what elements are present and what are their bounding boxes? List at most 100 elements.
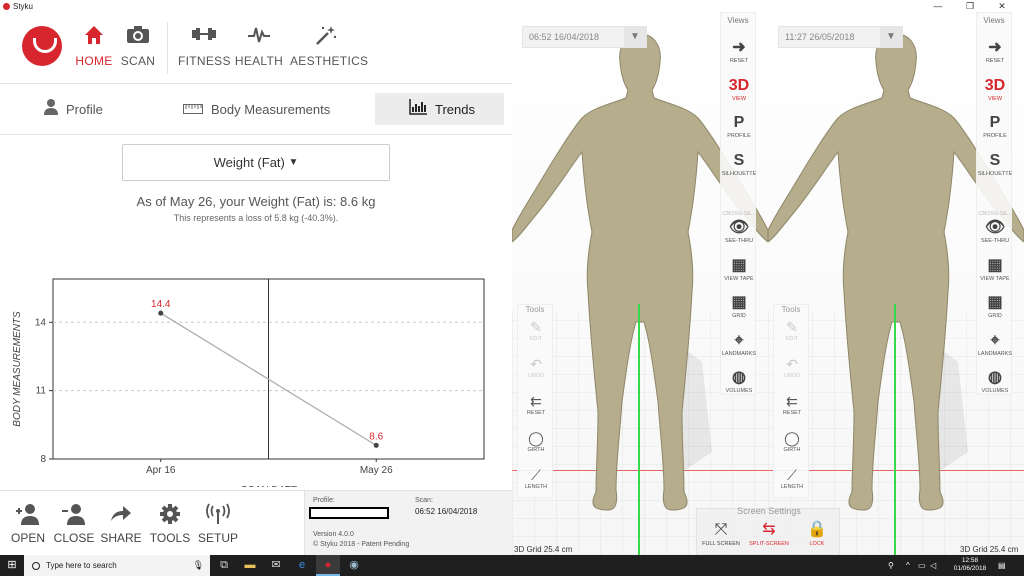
view-icon: 3D bbox=[728, 76, 750, 94]
x-tick-label: May 26 bbox=[360, 465, 393, 476]
reset-icon: ⇇ bbox=[530, 393, 542, 409]
volume-icon[interactable]: ◁ bbox=[930, 555, 936, 576]
styku-app-icon bbox=[3, 2, 10, 10]
view-landmarks-button[interactable]: ⌖ LANDMARKS bbox=[977, 332, 1013, 357]
grid-scale-label: 3D Grid 25.4 cm bbox=[514, 545, 573, 554]
view-reset-button[interactable]: ➜ RESET bbox=[721, 39, 757, 64]
scan-date-select-1[interactable]: 06:52 16/04/2018 ▼ bbox=[522, 26, 647, 48]
tool-reset-button[interactable]: ⇇ RESET bbox=[518, 393, 554, 416]
scan-label: Scan: bbox=[415, 497, 433, 504]
view-landmarks-button[interactable]: ⌖ LANDMARKS bbox=[721, 332, 757, 357]
eye-icon: 👁 bbox=[984, 219, 1006, 236]
data-point bbox=[373, 442, 379, 448]
title-bar: Styku — ❐ ✕ bbox=[0, 0, 1024, 12]
button-label: GRID bbox=[988, 313, 1002, 319]
full-screen-button[interactable]: ⤧ FULL SCREEN bbox=[697, 521, 745, 547]
split-screen-button[interactable]: ⇆ SPLIT-SCREEN bbox=[745, 521, 793, 547]
trend-chart: 8 11 14 Apr 16 May 26 SCAN DATE BODY MEASUREME… bbox=[12, 278, 485, 487]
nav-health[interactable]: HEALTH bbox=[234, 24, 284, 68]
button-label: SILHOUETTE bbox=[977, 170, 1013, 177]
styku-logo[interactable] bbox=[22, 26, 62, 66]
edge-browser-icon[interactable]: e bbox=[290, 555, 314, 576]
view-view-tape-button[interactable]: ▦ VIEW TAPE bbox=[977, 257, 1013, 282]
button-label: GIRTH bbox=[527, 447, 545, 453]
scan-date-select-2[interactable]: 11:27 26/05/2018 ▼ bbox=[778, 26, 903, 48]
app-taskbar-icon[interactable]: ◉ bbox=[342, 555, 366, 576]
view-see-thru-button[interactable]: 👁 SEE-THRU bbox=[721, 219, 757, 244]
summary-subtext: This represents a loss of 5.8 kg (-40.3%… bbox=[173, 213, 339, 223]
tools-button[interactable]: TOOLS bbox=[148, 503, 192, 545]
tool-girth-button[interactable]: ◯ GIRTH bbox=[774, 430, 810, 453]
button-label: RESET bbox=[526, 410, 546, 416]
tray-chevron-icon[interactable]: ^ bbox=[906, 555, 910, 576]
silhouette-icon: S bbox=[989, 151, 1001, 169]
people-icon[interactable]: ⚲ bbox=[888, 555, 894, 576]
view-profile-button[interactable]: P PROFILE bbox=[977, 114, 1013, 139]
open-button[interactable]: OPEN bbox=[8, 503, 48, 545]
microphone-icon[interactable]: 🎙 bbox=[193, 560, 204, 571]
view-silhouette-button[interactable]: S SILHOUETTE bbox=[977, 152, 1013, 177]
tool-length-button[interactable]: ⟋ LENGTH bbox=[518, 467, 554, 490]
share-button[interactable]: SHARE bbox=[100, 503, 142, 545]
taskbar-search-input[interactable]: Type here to search 🎙 bbox=[24, 555, 210, 576]
minimize-button[interactable]: — bbox=[922, 0, 954, 12]
network-icon[interactable]: ▭ bbox=[918, 555, 926, 576]
tab-body-measurements[interactable]: Body Measurements bbox=[183, 93, 330, 125]
axis-green-line bbox=[894, 304, 896, 555]
mail-icon[interactable]: ✉ bbox=[264, 555, 288, 576]
tool-edit-button[interactable]: ✎ EDIT bbox=[518, 319, 554, 342]
length-icon: ⟋ bbox=[787, 467, 797, 483]
close-profile-button[interactable]: CLOSE bbox=[52, 503, 96, 545]
button-label: RESET bbox=[985, 58, 1005, 64]
view-icon: 3D bbox=[984, 76, 1006, 94]
view-volumes-button[interactable]: ◍ VOLUMES bbox=[721, 369, 757, 394]
file-explorer-icon[interactable]: ▬ bbox=[238, 555, 262, 576]
view-profile-button[interactable]: P PROFILE bbox=[721, 114, 757, 139]
button-label: GIRTH bbox=[783, 447, 801, 453]
tool-edit-button[interactable]: ✎ EDIT bbox=[774, 319, 810, 342]
tool-undo-button[interactable]: ↶ UNDO bbox=[774, 356, 810, 379]
tab-profile[interactable]: Profile bbox=[44, 93, 103, 125]
ruler-icon bbox=[183, 101, 203, 118]
metric-dropdown[interactable]: Weight (Fat) ▼ bbox=[122, 144, 390, 181]
view-grid-button[interactable]: ▦ GRID bbox=[721, 294, 757, 319]
view-view-button[interactable]: 3D VIEW bbox=[721, 77, 757, 102]
styku-taskbar-icon[interactable]: ● bbox=[316, 555, 340, 576]
view-reset-button[interactable]: ➜ RESET bbox=[977, 39, 1013, 64]
eye-icon: 👁 bbox=[728, 219, 750, 236]
nav-aesthetics[interactable]: AESTHETICS bbox=[290, 24, 368, 68]
data-label: 8.6 bbox=[369, 431, 383, 442]
view-volumes-button[interactable]: ◍ VOLUMES bbox=[977, 369, 1013, 394]
views-header: Views bbox=[727, 16, 749, 25]
nav-home[interactable]: HOME bbox=[72, 24, 116, 68]
view-view-tape-button[interactable]: ▦ VIEW TAPE bbox=[721, 257, 757, 282]
tools-header: Tools bbox=[781, 305, 801, 314]
undo-icon: ↶ bbox=[530, 356, 542, 372]
tab-trends[interactable]: Trends bbox=[375, 93, 504, 125]
add-person-icon bbox=[8, 503, 48, 527]
view-view-button[interactable]: 3D VIEW bbox=[977, 77, 1013, 102]
task-view-icon[interactable]: ⧉ bbox=[212, 555, 236, 576]
nav-scan[interactable]: SCAN bbox=[118, 24, 158, 68]
windows-start-icon[interactable]: ⊞ bbox=[0, 555, 24, 576]
grid-scale-label: 3D Grid 25.4 cm bbox=[960, 545, 1019, 554]
maximize-button[interactable]: ❐ bbox=[954, 0, 986, 12]
tool-length-button[interactable]: ⟋ LENGTH bbox=[774, 467, 810, 490]
setup-button[interactable]: SETUP bbox=[196, 503, 240, 545]
notifications-icon[interactable]: ▤ bbox=[998, 555, 1006, 576]
grid-icon: ▦ bbox=[987, 294, 1003, 311]
taskbar-clock[interactable]: 12:58 01/06/2018 bbox=[950, 557, 990, 573]
close-button[interactable]: ✕ bbox=[986, 0, 1018, 12]
tool-girth-button[interactable]: ◯ GIRTH bbox=[518, 430, 554, 453]
view-see-thru-button[interactable]: 👁 SEE-THRU bbox=[977, 219, 1013, 244]
nav-fitness[interactable]: FITNESS bbox=[178, 24, 230, 68]
globe-icon: ◍ bbox=[988, 369, 1002, 386]
cortana-icon bbox=[32, 561, 40, 570]
scan-datetime: 06:52 16/04/2018 bbox=[415, 507, 478, 516]
profile-icon: P bbox=[989, 114, 1001, 131]
tool-reset-button[interactable]: ⇇ RESET bbox=[774, 393, 810, 416]
view-silhouette-button[interactable]: S SILHOUETTE bbox=[721, 152, 757, 177]
lock-button[interactable]: 🔒 LOCK bbox=[793, 521, 841, 547]
view-grid-button[interactable]: ▦ GRID bbox=[977, 294, 1013, 319]
tool-undo-button[interactable]: ↶ UNDO bbox=[518, 356, 554, 379]
